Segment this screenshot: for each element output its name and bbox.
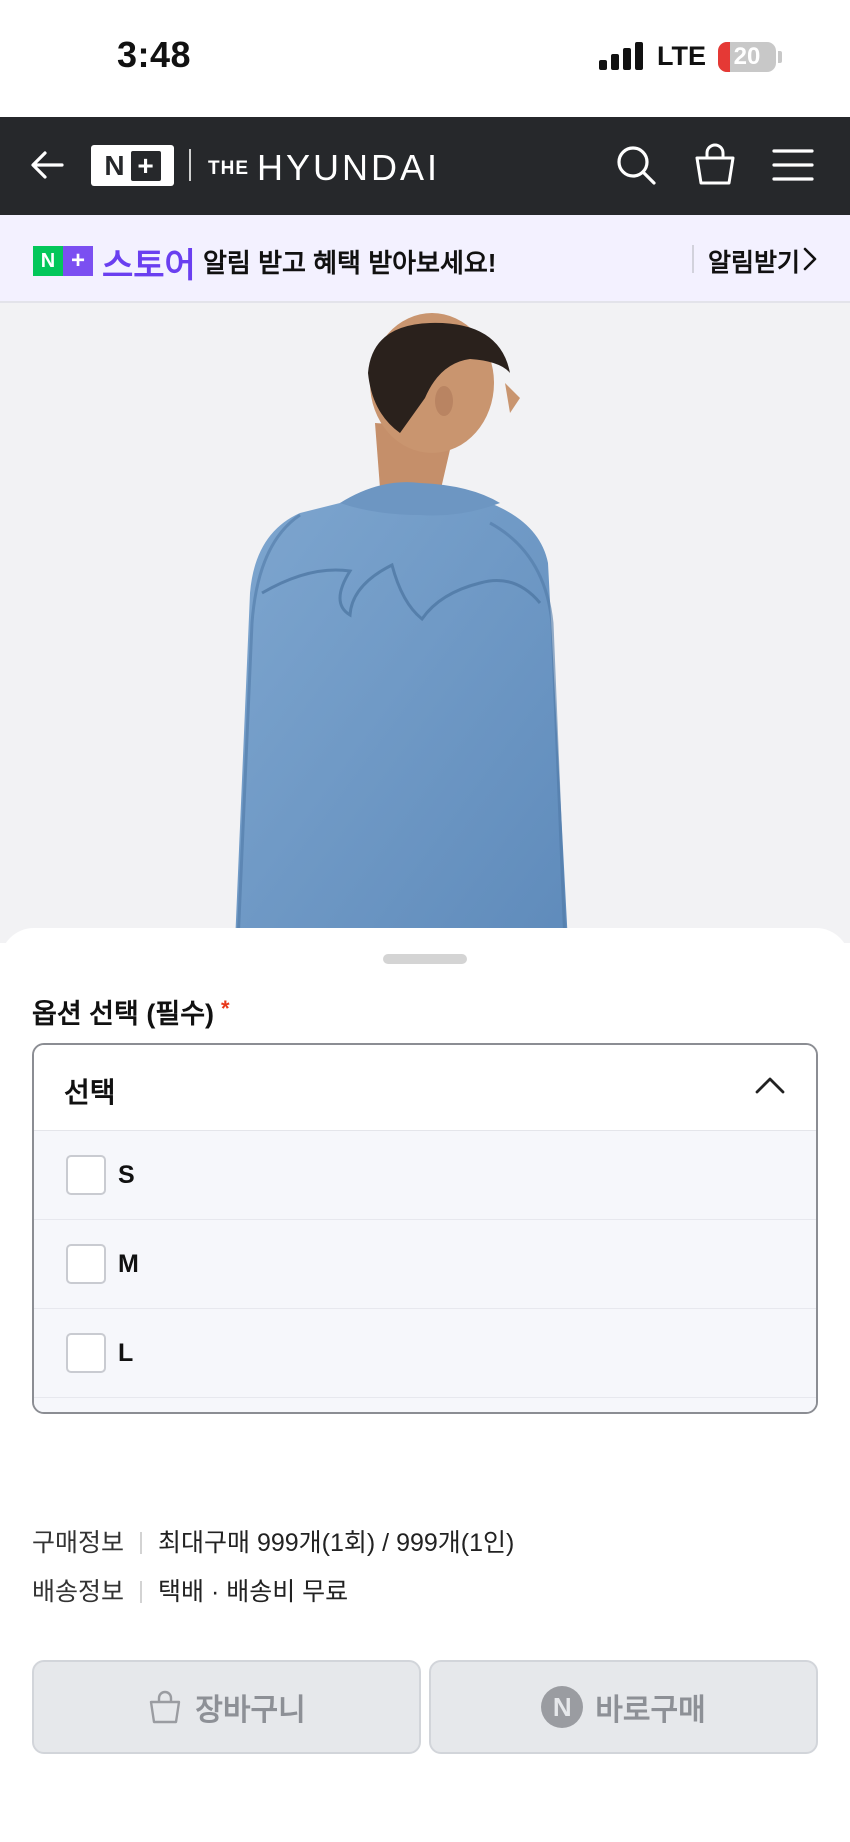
option-checkbox[interactable]: [66, 1155, 106, 1195]
add-to-cart-label: 장바구니: [195, 1694, 306, 1727]
banner-message: 알림 받고 혜택 받아보세요!: [203, 248, 497, 278]
purchase-info-row: 구매정보 최대구매 999개(1회) / 999개(1인): [32, 1523, 514, 1559]
option-checkbox[interactable]: [66, 1333, 106, 1373]
option-label: S: [118, 1161, 135, 1189]
status-bar: 3:48 LTE 20: [0, 0, 850, 117]
add-to-cart-button[interactable]: 장바구니: [32, 1660, 421, 1754]
option-bottom-sheet: 옵션 선택 (필수) * 선택 S M L XL: [0, 928, 850, 1842]
notification-banner[interactable]: N + 스토어 알림 받고 혜택 받아보세요! 알림받기: [0, 215, 850, 303]
brand-logo[interactable]: THE HYUNDAI: [208, 147, 440, 189]
notify-me-link[interactable]: 알림받기: [708, 243, 800, 279]
logo-n: N: [104, 149, 125, 181]
site-header: N + THE HYUNDAI: [0, 117, 850, 215]
select-label: 선택: [64, 1077, 116, 1108]
badge-plus: +: [63, 246, 93, 276]
shopping-bag-icon: [150, 1690, 181, 1724]
option-checkbox[interactable]: [66, 1244, 106, 1284]
hamburger-menu-icon[interactable]: [772, 147, 814, 183]
shipping-info-value: 택배 · 배송비 무료: [158, 1578, 349, 1606]
buy-now-button[interactable]: N 바로구매: [429, 1660, 818, 1754]
chevron-right-icon: [803, 247, 817, 271]
option-item[interactable]: S: [34, 1131, 816, 1220]
store-label: 스토어: [102, 247, 196, 285]
banner-divider: [692, 245, 694, 273]
sheet-drag-handle[interactable]: [383, 954, 467, 964]
option-label: L: [118, 1339, 134, 1367]
logo-plus: +: [130, 150, 161, 181]
brand-name: HYUNDAI: [257, 147, 441, 188]
required-mark: *: [221, 996, 230, 1021]
buy-now-label: 바로구매: [595, 1694, 706, 1727]
badge-n: N: [33, 246, 63, 276]
shopping-bag-icon[interactable]: [692, 141, 738, 187]
purchase-info-label: 구매정보: [32, 1529, 125, 1557]
network-type: LTE: [657, 41, 706, 71]
option-select: 선택 S M L XL: [32, 1043, 818, 1414]
option-select-toggle[interactable]: 선택: [34, 1045, 816, 1131]
option-item[interactable]: M: [34, 1220, 816, 1309]
option-item[interactable]: L: [34, 1309, 816, 1398]
back-arrow-icon[interactable]: [28, 145, 68, 185]
shipping-info-row: 배송정보 택배 · 배송비 무료: [32, 1572, 348, 1608]
option-list: S M L XL: [34, 1131, 816, 1412]
status-time: 3:48: [117, 34, 192, 75]
battery-cap: [778, 51, 782, 63]
option-label: M: [118, 1250, 139, 1278]
product-photo: [0, 303, 850, 943]
info-divider: [140, 1532, 143, 1554]
shipping-info-label: 배송정보: [32, 1578, 125, 1606]
option-item[interactable]: XL: [34, 1398, 816, 1412]
naver-plus-store-badge: N +: [33, 246, 93, 276]
battery-percent: 20: [733, 43, 761, 70]
signal-strength-icon: [599, 42, 645, 70]
battery-icon: 20: [718, 42, 776, 72]
naver-n-icon: N: [541, 1686, 584, 1728]
brand-prefix: THE: [208, 158, 249, 179]
purchase-info-value: 최대구매 999개(1회) / 999개(1인): [158, 1529, 515, 1557]
option-section-title: 옵션 선택 (필수): [32, 999, 215, 1029]
chevron-up-icon: [755, 1077, 785, 1094]
info-divider: [140, 1581, 143, 1603]
search-icon[interactable]: [614, 143, 658, 187]
product-image[interactable]: [0, 303, 850, 943]
naver-plus-logo[interactable]: N +: [91, 145, 174, 186]
header-divider: [189, 149, 191, 181]
